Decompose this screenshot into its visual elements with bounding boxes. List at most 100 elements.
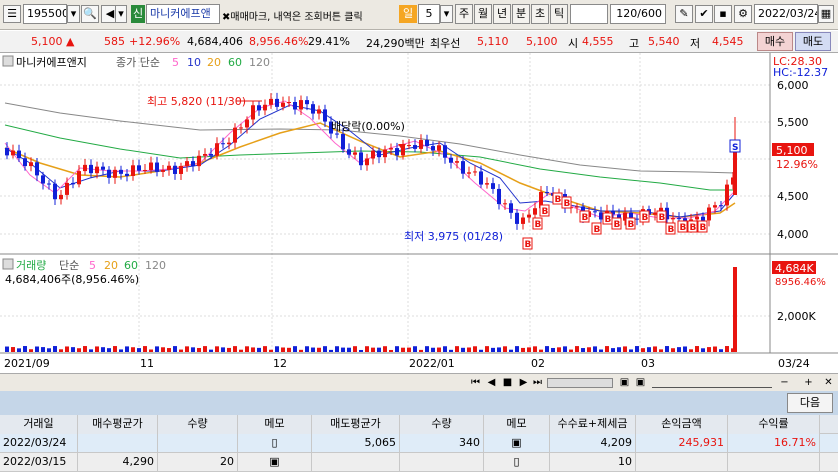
volume-ratio: 8,956.46% (249, 35, 309, 48)
best-price-label: 최우선 (430, 37, 461, 50)
memo-edit-icon[interactable]: ▣ (484, 434, 550, 453)
candle (425, 140, 429, 147)
chart-scrollbar[interactable]: ⏮ ◀ ■ ▶ ⏭ ▣ ▣ − + ✕ (0, 373, 838, 391)
candle (167, 165, 171, 171)
dropdown-arrow-icon[interactable]: ▾ (115, 5, 127, 23)
pane-toggle-icon[interactable] (2, 55, 14, 67)
tab-month[interactable]: 월 (474, 4, 492, 24)
tab-minute[interactable]: 분 (512, 4, 530, 24)
tab-second[interactable]: 초 (531, 4, 549, 24)
menu-icon[interactable]: ☰ (3, 5, 21, 23)
gear-icon[interactable]: ⚙ (734, 5, 752, 23)
volume-bar (413, 346, 417, 352)
save-icon[interactable]: ▪ (714, 5, 732, 23)
count-field[interactable]: 120/600 (610, 4, 666, 24)
zoom-in-icon[interactable]: + (802, 376, 815, 389)
scroll-prev-icon[interactable]: ◀ (485, 376, 498, 389)
candle (347, 149, 351, 155)
scroll-box-icon[interactable]: ▣ (618, 376, 631, 389)
volume-bar (599, 349, 603, 352)
volume-bar (527, 347, 531, 352)
current-price: 5,100 (31, 35, 63, 48)
stock-code-input[interactable]: 195500 (23, 4, 67, 24)
tools-icon[interactable]: ✎ (675, 5, 693, 23)
volume-bar (5, 346, 9, 352)
trade-amount: 24,290백만 (366, 37, 425, 50)
search-icon[interactable]: 🔍 (81, 5, 99, 23)
buy-button[interactable]: 매수 (757, 32, 793, 51)
volume-bar (587, 347, 591, 352)
volume-bar (83, 346, 87, 352)
tab-tick[interactable]: 틱 (550, 4, 568, 24)
volume-bar (719, 349, 723, 352)
memo-icon[interactable]: ▯ (238, 434, 312, 453)
cell-date: 2022/03/15 (0, 453, 78, 472)
col-header: 수수료+제세금 (550, 415, 636, 434)
next-button[interactable]: 다음 (787, 393, 833, 413)
candle (497, 188, 501, 205)
vol-ma-60: 60 (124, 259, 138, 272)
vol-ma-120: 120 (145, 259, 166, 272)
volume-bar (125, 346, 129, 352)
candle (5, 148, 9, 156)
volume-bar (707, 347, 711, 352)
dropdown-arrow-icon[interactable]: ▾ (67, 5, 80, 23)
memo-edit-icon[interactable]: ▣ (238, 453, 312, 472)
volume-bar (149, 349, 153, 352)
candle (341, 134, 345, 150)
volume-pane-toggle-icon[interactable] (2, 258, 14, 270)
scroll-thumb[interactable] (547, 378, 613, 388)
volume-bar (683, 346, 687, 352)
volume-bar (179, 349, 183, 352)
candle (515, 212, 519, 224)
close-icon[interactable]: ✕ (822, 376, 835, 389)
candle (17, 150, 21, 159)
zoom-out-icon[interactable]: − (778, 376, 791, 389)
scroll-stop-icon[interactable]: ■ (501, 376, 514, 389)
candle (83, 164, 87, 172)
scroll-first-icon[interactable]: ⏮ (469, 376, 482, 389)
candle (431, 146, 435, 151)
volume-bar (617, 347, 621, 352)
candle (107, 169, 111, 178)
candle (419, 140, 423, 149)
calendar-icon[interactable]: ▦ (818, 5, 834, 23)
stock-name[interactable]: 마니커에프앤 (146, 4, 220, 24)
table-row[interactable]: 2022/03/24 ▯ 5,065 340 ▣ 4,209 245,931 1… (0, 434, 838, 453)
memo-icon[interactable]: ▯ (484, 453, 550, 472)
period-badge[interactable]: 일 (399, 5, 417, 23)
candle (23, 158, 27, 167)
high-price: 5,540 (648, 35, 680, 48)
zoom-slider[interactable] (652, 378, 772, 388)
volume-yaxis-tick: 2,000K (777, 310, 816, 323)
table-row[interactable]: 2022/03/15 4,290 20 ▣ ▯ 10 (0, 453, 838, 472)
candle (359, 152, 363, 166)
period-value[interactable]: 5 (418, 4, 440, 24)
vol-ma-20: 20 (104, 259, 118, 272)
volume-bar (89, 349, 93, 352)
candle (293, 102, 297, 110)
tab-week[interactable]: 주 (455, 4, 473, 24)
volume-bar (569, 349, 573, 352)
volume-bar (65, 346, 69, 352)
volume-bar (515, 346, 519, 352)
candle (593, 211, 597, 213)
date-field[interactable]: 2022/03/24 (754, 4, 818, 24)
dropdown-arrow-icon[interactable]: ▾ (440, 5, 453, 23)
scroll-last-icon[interactable]: ⏭ (531, 376, 544, 389)
tick-input[interactable] (570, 4, 608, 24)
check-icon[interactable]: ✔ (695, 5, 713, 23)
scroll-next-icon[interactable]: ▶ (517, 376, 530, 389)
notice-text: ✖매매마크, 내역은 조회버튼 클릭 (222, 12, 363, 23)
sell-button[interactable]: 매도 (795, 32, 831, 51)
tab-year[interactable]: 년 (493, 4, 511, 24)
scroll-box2-icon[interactable]: ▣ (634, 376, 647, 389)
col-header: 거래일 (0, 415, 78, 434)
current-pct-tag: 12.96% (776, 158, 818, 171)
buy-marker-label: B (535, 220, 542, 230)
chart-area[interactable]: 최고 5,820 (11/30) 배당락(0.00%) 최저 3,975 (01… (0, 53, 838, 373)
volume-bar (95, 346, 99, 352)
candle (173, 165, 177, 174)
candle (59, 194, 63, 200)
volume-bar (431, 347, 435, 352)
